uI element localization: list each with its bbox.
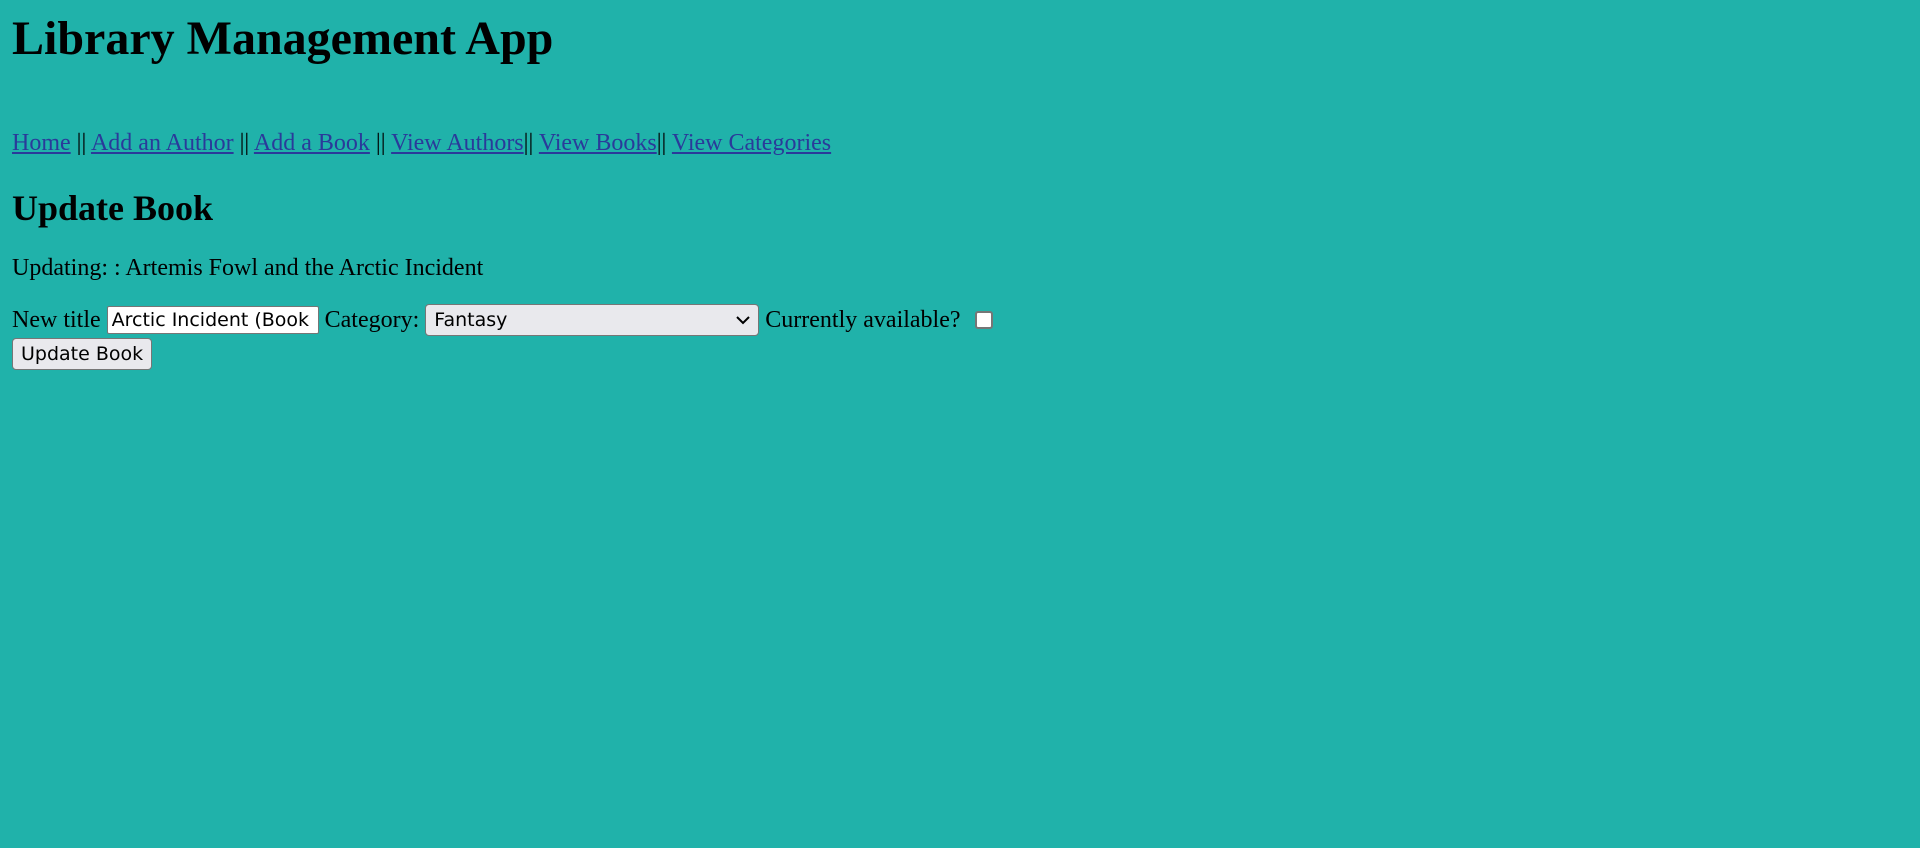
nav-separator: || (656, 130, 667, 156)
updating-text: Updating: : Artemis Fowl and the Arctic … (12, 255, 484, 281)
app-title: Library Management App (12, 12, 554, 65)
nav-separator: || (239, 130, 250, 156)
chevron-down-icon (736, 312, 750, 328)
nav-separator: || (523, 130, 534, 156)
page: Library Management App Home || Add an Au… (0, 12, 1920, 370)
category-label: Category: (324, 307, 420, 333)
title-input[interactable] (106, 306, 319, 334)
update-book-form: New title Category: Fantasy Currently av… (12, 304, 1908, 336)
update-book-button[interactable]: Update Book (12, 338, 153, 370)
title-label: New title (12, 307, 101, 333)
nav-add-author-link[interactable]: Add an Author (91, 130, 234, 156)
available-checkbox[interactable] (974, 311, 993, 329)
category-select[interactable]: Fantasy (425, 304, 760, 336)
available-label: Currently available? (765, 307, 961, 333)
nav-bar: Home || Add an Author || Add a Book || V… (12, 128, 1908, 158)
nav-view-books-link[interactable]: View Books (539, 130, 657, 156)
nav-home-link[interactable]: Home (12, 130, 71, 156)
category-selected-value: Fantasy (434, 309, 508, 331)
nav-view-authors-link[interactable]: View Authors (391, 130, 524, 156)
page-heading: Update Book (12, 188, 214, 228)
nav-separator: || (375, 130, 386, 156)
nav-view-categories-link[interactable]: View Categories (672, 130, 831, 156)
nav-add-book-link[interactable]: Add a Book (254, 130, 370, 156)
nav-separator: || (76, 130, 87, 156)
